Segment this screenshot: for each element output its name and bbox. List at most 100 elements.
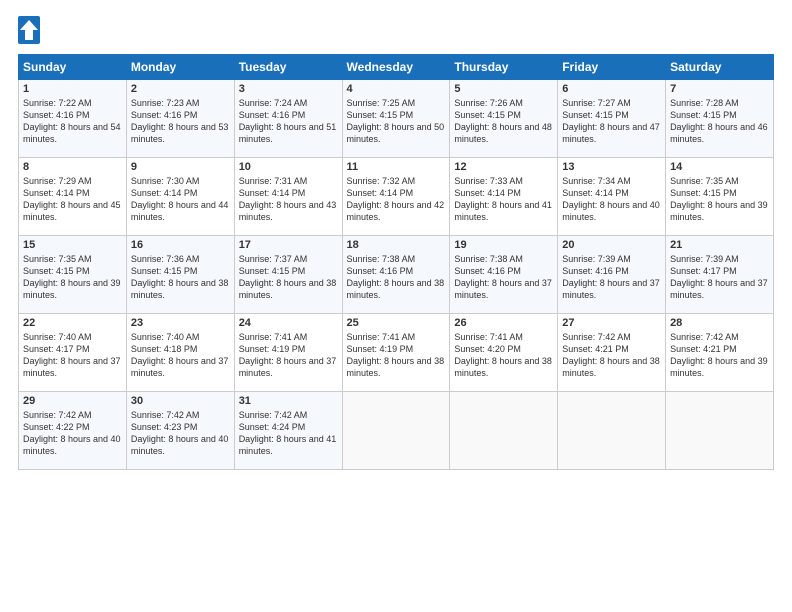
day-number: 14 [670,161,769,173]
day-number: 10 [239,161,338,173]
day-info: Sunrise: 7:22 AMSunset: 4:16 PMDaylight:… [23,98,121,144]
day-info: Sunrise: 7:35 AMSunset: 4:15 PMDaylight:… [23,254,121,300]
day-number: 2 [131,83,230,95]
calendar-header-saturday: Saturday [666,55,774,80]
day-info: Sunrise: 7:24 AMSunset: 4:16 PMDaylight:… [239,98,337,144]
day-info: Sunrise: 7:36 AMSunset: 4:15 PMDaylight:… [131,254,229,300]
calendar-cell: 19 Sunrise: 7:38 AMSunset: 4:16 PMDaylig… [450,236,558,314]
day-info: Sunrise: 7:41 AMSunset: 4:20 PMDaylight:… [454,332,552,378]
calendar-cell: 22 Sunrise: 7:40 AMSunset: 4:17 PMDaylig… [19,314,127,392]
day-number: 11 [347,161,446,173]
day-number: 7 [670,83,769,95]
day-number: 9 [131,161,230,173]
calendar-header-row: SundayMondayTuesdayWednesdayThursdayFrid… [19,55,774,80]
calendar: SundayMondayTuesdayWednesdayThursdayFrid… [18,54,774,470]
day-number: 25 [347,317,446,329]
day-info: Sunrise: 7:35 AMSunset: 4:15 PMDaylight:… [670,176,768,222]
day-number: 6 [562,83,661,95]
calendar-header-friday: Friday [558,55,666,80]
day-number: 28 [670,317,769,329]
day-info: Sunrise: 7:34 AMSunset: 4:14 PMDaylight:… [562,176,660,222]
day-info: Sunrise: 7:30 AMSunset: 4:14 PMDaylight:… [131,176,229,222]
calendar-cell: 20 Sunrise: 7:39 AMSunset: 4:16 PMDaylig… [558,236,666,314]
day-info: Sunrise: 7:26 AMSunset: 4:15 PMDaylight:… [454,98,552,144]
calendar-cell: 30 Sunrise: 7:42 AMSunset: 4:23 PMDaylig… [126,392,234,470]
page: SundayMondayTuesdayWednesdayThursdayFrid… [0,0,792,612]
day-info: Sunrise: 7:42 AMSunset: 4:24 PMDaylight:… [239,410,337,456]
day-info: Sunrise: 7:42 AMSunset: 4:21 PMDaylight:… [670,332,768,378]
calendar-cell: 4 Sunrise: 7:25 AMSunset: 4:15 PMDayligh… [342,80,450,158]
day-number: 22 [23,317,122,329]
day-info: Sunrise: 7:39 AMSunset: 4:16 PMDaylight:… [562,254,660,300]
day-number: 17 [239,239,338,251]
calendar-cell: 28 Sunrise: 7:42 AMSunset: 4:21 PMDaylig… [666,314,774,392]
calendar-cell: 5 Sunrise: 7:26 AMSunset: 4:15 PMDayligh… [450,80,558,158]
day-number: 20 [562,239,661,251]
calendar-week-3: 15 Sunrise: 7:35 AMSunset: 4:15 PMDaylig… [19,236,774,314]
day-info: Sunrise: 7:32 AMSunset: 4:14 PMDaylight:… [347,176,445,222]
day-number: 19 [454,239,553,251]
day-info: Sunrise: 7:42 AMSunset: 4:22 PMDaylight:… [23,410,121,456]
day-number: 12 [454,161,553,173]
day-number: 24 [239,317,338,329]
day-info: Sunrise: 7:40 AMSunset: 4:17 PMDaylight:… [23,332,121,378]
calendar-header-wednesday: Wednesday [342,55,450,80]
day-number: 30 [131,395,230,407]
day-info: Sunrise: 7:29 AMSunset: 4:14 PMDaylight:… [23,176,121,222]
day-number: 26 [454,317,553,329]
day-info: Sunrise: 7:42 AMSunset: 4:23 PMDaylight:… [131,410,229,456]
calendar-week-1: 1 Sunrise: 7:22 AMSunset: 4:16 PMDayligh… [19,80,774,158]
day-info: Sunrise: 7:38 AMSunset: 4:16 PMDaylight:… [454,254,552,300]
calendar-cell: 14 Sunrise: 7:35 AMSunset: 4:15 PMDaylig… [666,158,774,236]
day-info: Sunrise: 7:31 AMSunset: 4:14 PMDaylight:… [239,176,337,222]
day-info: Sunrise: 7:33 AMSunset: 4:14 PMDaylight:… [454,176,552,222]
day-number: 21 [670,239,769,251]
calendar-cell [558,392,666,470]
day-number: 15 [23,239,122,251]
day-number: 3 [239,83,338,95]
calendar-cell: 1 Sunrise: 7:22 AMSunset: 4:16 PMDayligh… [19,80,127,158]
day-info: Sunrise: 7:27 AMSunset: 4:15 PMDaylight:… [562,98,660,144]
calendar-cell: 12 Sunrise: 7:33 AMSunset: 4:14 PMDaylig… [450,158,558,236]
calendar-cell [450,392,558,470]
day-info: Sunrise: 7:40 AMSunset: 4:18 PMDaylight:… [131,332,229,378]
day-info: Sunrise: 7:42 AMSunset: 4:21 PMDaylight:… [562,332,660,378]
day-number: 1 [23,83,122,95]
calendar-cell: 27 Sunrise: 7:42 AMSunset: 4:21 PMDaylig… [558,314,666,392]
day-info: Sunrise: 7:39 AMSunset: 4:17 PMDaylight:… [670,254,768,300]
day-number: 4 [347,83,446,95]
calendar-cell [666,392,774,470]
day-number: 27 [562,317,661,329]
day-number: 16 [131,239,230,251]
day-number: 23 [131,317,230,329]
calendar-cell: 9 Sunrise: 7:30 AMSunset: 4:14 PMDayligh… [126,158,234,236]
day-number: 18 [347,239,446,251]
calendar-cell: 31 Sunrise: 7:42 AMSunset: 4:24 PMDaylig… [234,392,342,470]
calendar-cell: 6 Sunrise: 7:27 AMSunset: 4:15 PMDayligh… [558,80,666,158]
day-number: 29 [23,395,122,407]
calendar-week-5: 29 Sunrise: 7:42 AMSunset: 4:22 PMDaylig… [19,392,774,470]
day-number: 8 [23,161,122,173]
calendar-cell: 10 Sunrise: 7:31 AMSunset: 4:14 PMDaylig… [234,158,342,236]
header [18,16,774,44]
calendar-cell: 21 Sunrise: 7:39 AMSunset: 4:17 PMDaylig… [666,236,774,314]
day-number: 13 [562,161,661,173]
day-info: Sunrise: 7:41 AMSunset: 4:19 PMDaylight:… [239,332,337,378]
day-info: Sunrise: 7:28 AMSunset: 4:15 PMDaylight:… [670,98,768,144]
calendar-cell [342,392,450,470]
calendar-cell: 11 Sunrise: 7:32 AMSunset: 4:14 PMDaylig… [342,158,450,236]
calendar-cell: 16 Sunrise: 7:36 AMSunset: 4:15 PMDaylig… [126,236,234,314]
calendar-header-sunday: Sunday [19,55,127,80]
calendar-cell: 24 Sunrise: 7:41 AMSunset: 4:19 PMDaylig… [234,314,342,392]
calendar-week-4: 22 Sunrise: 7:40 AMSunset: 4:17 PMDaylig… [19,314,774,392]
day-number: 5 [454,83,553,95]
day-number: 31 [239,395,338,407]
day-info: Sunrise: 7:38 AMSunset: 4:16 PMDaylight:… [347,254,445,300]
calendar-cell: 17 Sunrise: 7:37 AMSunset: 4:15 PMDaylig… [234,236,342,314]
calendar-header-tuesday: Tuesday [234,55,342,80]
calendar-cell: 18 Sunrise: 7:38 AMSunset: 4:16 PMDaylig… [342,236,450,314]
calendar-cell: 8 Sunrise: 7:29 AMSunset: 4:14 PMDayligh… [19,158,127,236]
calendar-week-2: 8 Sunrise: 7:29 AMSunset: 4:14 PMDayligh… [19,158,774,236]
calendar-cell: 23 Sunrise: 7:40 AMSunset: 4:18 PMDaylig… [126,314,234,392]
day-info: Sunrise: 7:23 AMSunset: 4:16 PMDaylight:… [131,98,229,144]
